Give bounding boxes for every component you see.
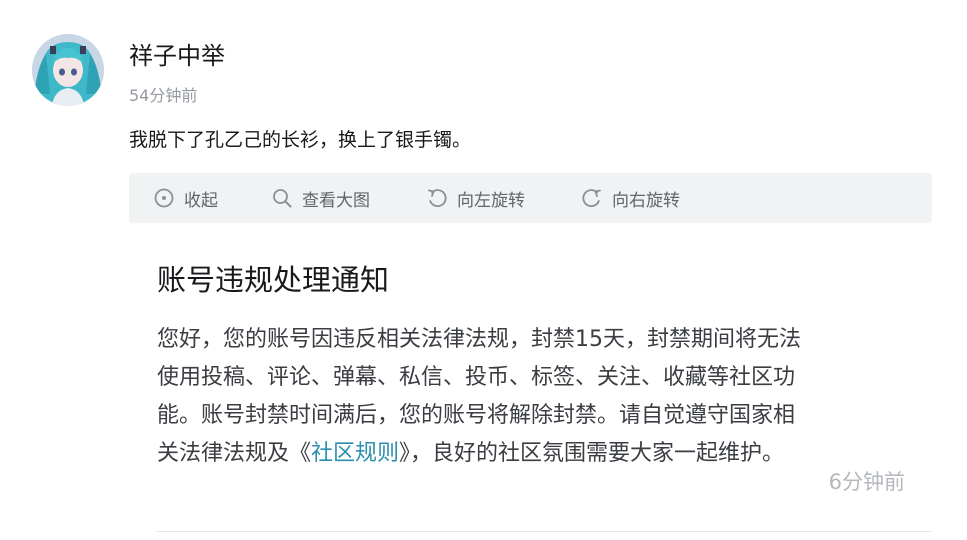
avatar[interactable] bbox=[32, 34, 104, 106]
view-large-button[interactable]: 查看大图 bbox=[271, 173, 370, 223]
view-large-label: 查看大图 bbox=[302, 190, 370, 211]
rotate-left-button[interactable]: 向左旋转 bbox=[426, 173, 525, 223]
post-text: 我脱下了孔乙己的长衫，换上了银手镯。 bbox=[129, 129, 472, 151]
rotate-left-icon bbox=[426, 187, 448, 209]
collapse-icon bbox=[153, 187, 175, 209]
post-time: 54分钟前 bbox=[129, 86, 198, 105]
notice-text-after-link: 》，良好的社区氛围需要大家一起维护。 bbox=[399, 441, 785, 466]
collapse-label: 收起 bbox=[184, 190, 218, 211]
collapse-button[interactable]: 收起 bbox=[153, 173, 218, 223]
notice-line: 能。账号封禁时间满后，您的账号将解除封禁。请自觉遵守国家相 bbox=[157, 403, 796, 428]
notice-text-before-link: 关法律法规及《 bbox=[157, 441, 312, 466]
notice-time: 6分钟前 bbox=[828, 470, 905, 494]
notice-line: 使用投稿、评论、弹幕、私信、投币、标签、关注、收藏等社区功 bbox=[157, 365, 796, 390]
notice-body: 您好，您的账号因违反相关法律法规，封禁15天，封禁期间将无法 使用投稿、评论、弹… bbox=[157, 321, 917, 473]
community-rules-link[interactable]: 社区规则 bbox=[311, 441, 399, 466]
image-toolbar: 收起 查看大图 向左旋转 向右旋转 bbox=[129, 173, 932, 223]
rotate-right-icon bbox=[581, 187, 603, 209]
notice-title: 账号违规处理通知 bbox=[157, 263, 390, 297]
search-icon bbox=[271, 187, 293, 209]
divider bbox=[157, 531, 932, 532]
notice-line: 您好，您的账号因违反相关法律法规，封禁15天，封禁期间将无法 bbox=[157, 327, 801, 352]
rotate-right-button[interactable]: 向右旋转 bbox=[581, 173, 680, 223]
rotate-right-label: 向右旋转 bbox=[612, 190, 680, 211]
username[interactable]: 祥子中举 bbox=[129, 40, 225, 72]
notice-line: 关法律法规及《社区规则》，良好的社区氛围需要大家一起维护。 bbox=[157, 435, 917, 473]
rotate-left-label: 向左旋转 bbox=[457, 190, 525, 211]
